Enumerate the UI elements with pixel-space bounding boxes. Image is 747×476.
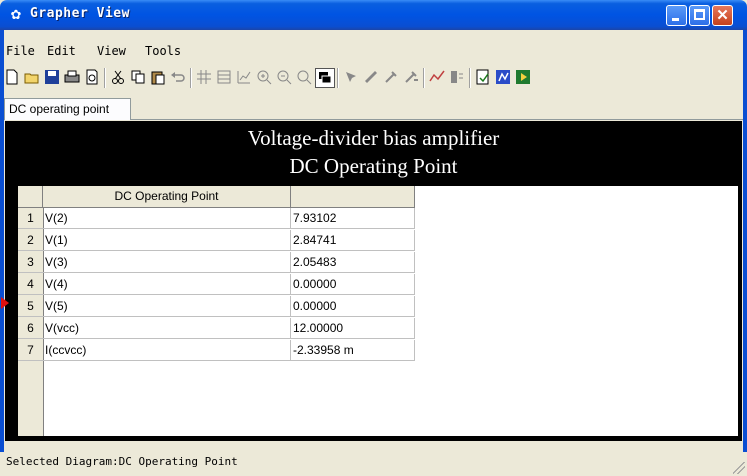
row-number[interactable]: 2 bbox=[18, 230, 43, 251]
table-cell-value[interactable]: 12.00000 bbox=[291, 318, 415, 339]
zoom-fit-icon[interactable] bbox=[295, 68, 313, 86]
toolbar-separator bbox=[469, 68, 471, 88]
row-number[interactable]: 7 bbox=[18, 340, 43, 361]
paste-icon[interactable] bbox=[149, 68, 167, 86]
row-number[interactable]: 4 bbox=[18, 274, 43, 295]
save-icon[interactable] bbox=[43, 68, 61, 86]
toolbar-separator bbox=[104, 68, 106, 88]
open-icon[interactable] bbox=[23, 68, 41, 86]
new-icon[interactable] bbox=[3, 68, 21, 86]
row-number[interactable]: 1 bbox=[18, 208, 43, 229]
column-header-dc-operating-point[interactable]: DC Operating Point bbox=[43, 186, 291, 208]
grapher-app-icon[interactable]: ✿ bbox=[9, 8, 23, 22]
diagram-title: Voltage-divider bias amplifier DC Operat… bbox=[5, 124, 742, 180]
menu-edit[interactable]: Edit bbox=[47, 44, 76, 58]
menu-view[interactable]: View bbox=[97, 44, 126, 58]
cut-icon[interactable] bbox=[109, 68, 127, 86]
table-cell-value[interactable]: -2.33958 m bbox=[291, 340, 415, 361]
grid-icon[interactable] bbox=[195, 68, 213, 86]
table-cell-value[interactable]: 0.00000 bbox=[291, 296, 415, 317]
menu-tools[interactable]: Tools bbox=[145, 44, 181, 58]
tab-divider bbox=[131, 119, 743, 120]
excel-icon[interactable] bbox=[494, 68, 512, 86]
minimize-button[interactable] bbox=[666, 5, 687, 26]
menu-file[interactable]: File bbox=[6, 44, 35, 58]
zoom-out-icon[interactable] bbox=[275, 68, 293, 86]
table-cell-value[interactable]: 2.84741 bbox=[291, 230, 415, 251]
window-border-right bbox=[743, 30, 747, 476]
row-number[interactable]: 6 bbox=[18, 318, 43, 339]
close-button[interactable]: ✕ bbox=[712, 5, 733, 26]
list-icon[interactable] bbox=[215, 68, 233, 86]
tab-dc-operating-point[interactable]: DC operating point bbox=[4, 98, 131, 120]
toolbar-separator bbox=[190, 68, 192, 88]
cursor-icon[interactable] bbox=[342, 68, 360, 86]
probe-icon[interactable] bbox=[382, 68, 400, 86]
close-icon: ✕ bbox=[716, 7, 729, 24]
status-text: Selected Diagram:DC Operating Point bbox=[6, 455, 238, 468]
row-number[interactable]: 5 bbox=[18, 296, 43, 317]
column-header-value[interactable] bbox=[291, 186, 415, 208]
legend-icon[interactable] bbox=[448, 68, 466, 86]
table-cell-name[interactable]: V(2) bbox=[43, 208, 291, 229]
table-cell-name[interactable]: V(4) bbox=[43, 274, 291, 295]
table-cell-value[interactable]: 7.93102 bbox=[291, 208, 415, 229]
chart-icon[interactable] bbox=[235, 68, 253, 86]
marker-icon[interactable] bbox=[362, 68, 380, 86]
run-icon[interactable] bbox=[514, 68, 532, 86]
table-cell-name[interactable]: V(1) bbox=[43, 230, 291, 251]
copy-icon[interactable] bbox=[129, 68, 147, 86]
print-preview-icon[interactable] bbox=[83, 68, 101, 86]
resize-grip-icon[interactable] bbox=[733, 462, 745, 474]
zoom-in-icon[interactable] bbox=[255, 68, 273, 86]
row-number[interactable]: 3 bbox=[18, 252, 43, 273]
window-title: Grapher View bbox=[30, 6, 130, 21]
undo-icon[interactable] bbox=[169, 68, 187, 86]
trace-icon[interactable] bbox=[428, 68, 446, 86]
status-bar: Selected Diagram:DC Operating Point bbox=[0, 452, 747, 476]
window-border-left bbox=[0, 30, 4, 476]
table-cell-name[interactable]: V(3) bbox=[43, 252, 291, 273]
overlay-icon[interactable] bbox=[315, 68, 335, 88]
menu-bar: File Edit View Tools bbox=[0, 42, 747, 62]
toolbar-separator bbox=[423, 68, 425, 88]
title-bar[interactable]: ✿ Grapher View ✕ bbox=[0, 0, 747, 30]
toolbar bbox=[0, 64, 747, 92]
diagram-title-line2: DC Operating Point bbox=[289, 154, 458, 178]
maximize-icon bbox=[694, 9, 705, 20]
toolbar-separator bbox=[337, 68, 339, 88]
table-cell-value[interactable]: 0.00000 bbox=[291, 274, 415, 295]
table-cell-name[interactable]: V(vcc) bbox=[43, 318, 291, 339]
table-cell-value[interactable]: 2.05483 bbox=[291, 252, 415, 273]
row-marker-arrow bbox=[1, 297, 9, 309]
table-cell-name[interactable]: V(5) bbox=[43, 296, 291, 317]
table-cell-name[interactable]: I(ccvcc) bbox=[43, 340, 291, 361]
maximize-button[interactable] bbox=[689, 5, 710, 26]
export-icon[interactable] bbox=[474, 68, 492, 86]
minimize-icon bbox=[672, 18, 679, 21]
probe2-icon[interactable] bbox=[402, 68, 420, 86]
print-icon[interactable] bbox=[63, 68, 81, 86]
grid-corner[interactable] bbox=[18, 186, 43, 208]
diagram-title-line1: Voltage-divider bias amplifier bbox=[247, 126, 500, 150]
